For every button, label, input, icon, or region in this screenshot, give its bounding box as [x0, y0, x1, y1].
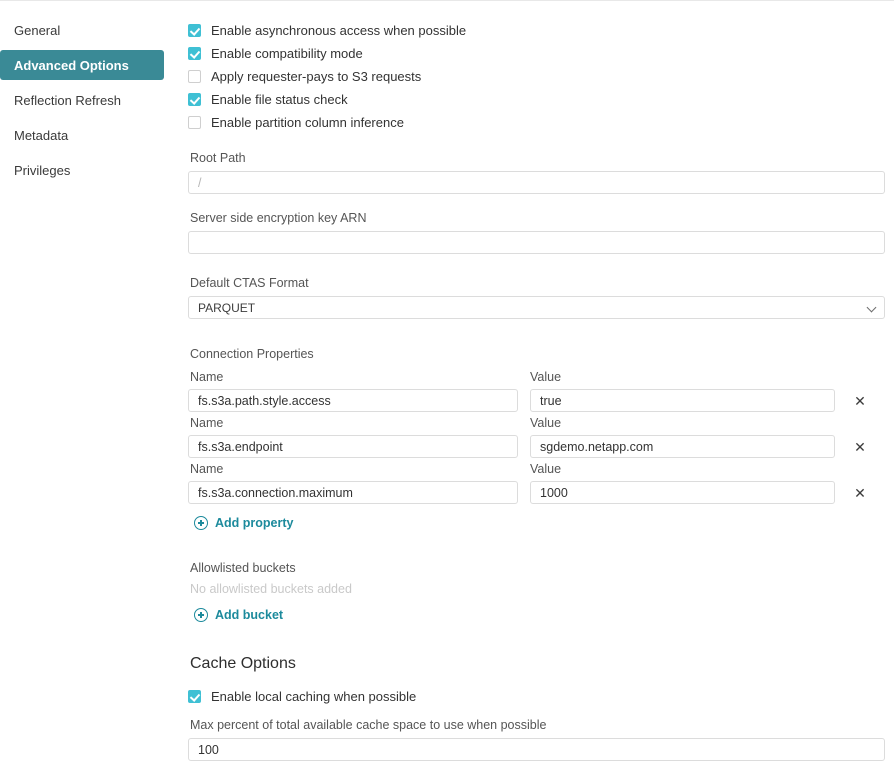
connection-property-row: Name Value ✕	[188, 462, 884, 504]
property-name-header: Name	[190, 462, 224, 476]
sidebar-item-label: Reflection Refresh	[14, 92, 121, 108]
connection-property-row: Name Value ✕	[188, 416, 884, 458]
sse-key-input[interactable]	[188, 231, 885, 254]
property-inputs: ✕	[188, 481, 884, 504]
checkbox-compatibility-mode[interactable]	[188, 47, 201, 60]
property-value-input[interactable]	[530, 389, 835, 412]
sidebar-item-advanced-options[interactable]: Advanced Options	[0, 50, 164, 80]
checkbox-row-file-status-check[interactable]: Enable file status check	[188, 88, 884, 111]
checkbox-file-status-check[interactable]	[188, 93, 201, 106]
property-value-header: Value	[530, 370, 562, 384]
checkbox-label: Apply requester-pays to S3 requests	[211, 69, 422, 84]
plus-circle-icon	[194, 608, 208, 622]
checkbox-row-compatibility-mode[interactable]: Enable compatibility mode	[188, 42, 884, 65]
max-cache-percent-label: Max percent of total available cache spa…	[190, 718, 547, 732]
ctas-format-field: Default CTAS Format PARQUET	[188, 276, 885, 319]
root-path-input[interactable]	[188, 171, 885, 194]
property-value-input[interactable]	[530, 481, 835, 504]
add-property-button[interactable]: Add property	[194, 516, 293, 530]
sidebar-item-label: Privileges	[14, 162, 71, 178]
sidebar-item-reflection-refresh[interactable]: Reflection Refresh	[0, 85, 164, 115]
checkbox-label: Enable compatibility mode	[211, 46, 363, 61]
checkbox-requester-pays[interactable]	[188, 70, 201, 83]
advanced-options-checkbox-group: Enable asynchronous access when possible…	[188, 19, 884, 134]
connection-properties-label: Connection Properties	[190, 347, 314, 361]
sidebar-item-label: Advanced Options	[14, 57, 129, 73]
sse-key-field: Server side encryption key ARN	[188, 211, 885, 254]
settings-sidebar: General Advanced Options Reflection Refr…	[0, 1, 172, 776]
sidebar-item-label: General	[14, 22, 61, 38]
add-bucket-label: Add bucket	[215, 608, 284, 622]
property-name-header: Name	[190, 370, 224, 384]
cache-options-title: Cache Options	[190, 655, 296, 672]
property-name-input[interactable]	[188, 435, 518, 458]
checkbox-partition-column-inference[interactable]	[188, 116, 201, 129]
remove-property-icon[interactable]: ✕	[847, 435, 873, 458]
property-name-input[interactable]	[188, 389, 518, 412]
max-cache-percent-input[interactable]	[188, 738, 885, 761]
plus-circle-icon	[194, 516, 208, 530]
add-property-label: Add property	[215, 516, 294, 530]
remove-property-icon[interactable]: ✕	[847, 389, 873, 412]
allowlisted-buckets-label: Allowlisted buckets	[190, 561, 296, 575]
checkbox-row-local-caching[interactable]: Enable local caching when possible	[188, 685, 884, 708]
checkbox-row-partition-column-inference[interactable]: Enable partition column inference	[188, 111, 884, 134]
checkbox-label: Enable asynchronous access when possible	[211, 23, 467, 38]
ctas-format-select[interactable]: PARQUET	[188, 296, 885, 319]
ctas-format-select-wrapper: PARQUET	[188, 296, 885, 319]
cache-options-section: Cache Options Enable local caching when …	[188, 655, 885, 761]
allowlisted-buckets-section: Allowlisted buckets No allowlisted bucke…	[188, 561, 884, 627]
connection-property-row: Name Value ✕	[188, 370, 884, 412]
property-value-header: Value	[530, 416, 562, 430]
advanced-options-page: General Advanced Options Reflection Refr…	[0, 0, 894, 776]
checkbox-label: Enable local caching when possible	[211, 689, 417, 704]
settings-content: Enable asynchronous access when possible…	[172, 1, 894, 776]
property-headers: Name Value	[188, 370, 884, 384]
sidebar-item-general[interactable]: General	[0, 15, 164, 45]
ctas-format-value: PARQUET	[198, 300, 256, 315]
add-bucket-button[interactable]: Add bucket	[194, 608, 283, 622]
allowlisted-buckets-empty-text: No allowlisted buckets added	[190, 582, 352, 596]
checkbox-label: Enable partition column inference	[211, 115, 404, 130]
sidebar-item-metadata[interactable]: Metadata	[0, 120, 164, 150]
property-value-header: Value	[530, 462, 562, 476]
checkbox-row-async-access[interactable]: Enable asynchronous access when possible	[188, 19, 884, 42]
sse-key-label: Server side encryption key ARN	[190, 211, 367, 225]
property-name-input[interactable]	[188, 481, 518, 504]
sidebar-item-label: Metadata	[14, 127, 69, 143]
property-name-header: Name	[190, 416, 224, 430]
remove-property-icon[interactable]: ✕	[847, 481, 873, 504]
property-inputs: ✕	[188, 389, 884, 412]
checkbox-row-requester-pays[interactable]: Apply requester-pays to S3 requests	[188, 65, 884, 88]
ctas-format-label: Default CTAS Format	[190, 276, 309, 290]
property-headers: Name Value	[188, 416, 884, 430]
checkbox-label: Enable file status check	[211, 92, 348, 107]
root-path-field: Root Path	[188, 151, 885, 194]
checkbox-local-caching[interactable]	[188, 690, 201, 703]
checkbox-async-access[interactable]	[188, 24, 201, 37]
property-value-input[interactable]	[530, 435, 835, 458]
connection-properties-section: Connection Properties Name Value ✕ Name …	[188, 347, 884, 535]
property-headers: Name Value	[188, 462, 884, 476]
root-path-label: Root Path	[190, 151, 246, 165]
property-inputs: ✕	[188, 435, 884, 458]
sidebar-item-privileges[interactable]: Privileges	[0, 155, 164, 185]
